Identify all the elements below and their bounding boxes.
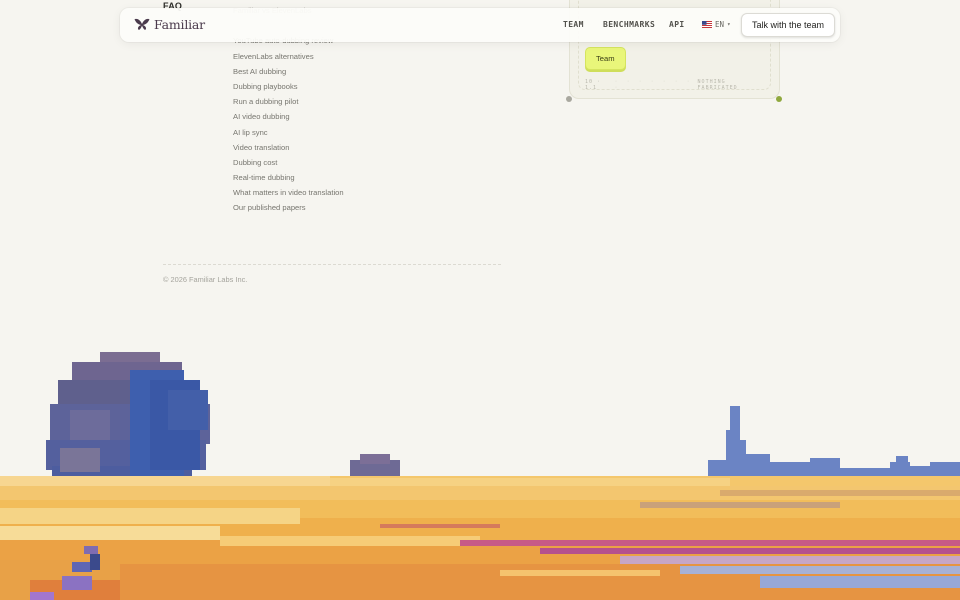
language-selector[interactable]: EN ▾ [702, 20, 731, 29]
landscape-illustration [0, 340, 960, 600]
copyright: © 2026 Familiar Labs Inc. [163, 275, 248, 284]
large-tree [46, 352, 210, 494]
footer-link[interactable]: Video translation [233, 140, 344, 155]
footer-link[interactable]: Run a dubbing pilot [233, 94, 344, 109]
footer-link[interactable]: Real-time dubbing [233, 170, 344, 185]
corner-dot-left [566, 96, 572, 102]
footer-link[interactable]: ElevenLabs alternatives [233, 49, 344, 64]
footer-link[interactable]: AI lip sync [233, 125, 344, 140]
brand-name: Familiar [154, 17, 205, 32]
corner-dot-right [776, 96, 782, 102]
site-header: Familiar TEAM BENCHMARKS API EN ▾ Talk w… [120, 8, 840, 42]
card-meta: 10 · 1.1 · · · · · · · · NOTHING FABRICA… [585, 79, 764, 91]
us-flag-icon [702, 21, 712, 28]
footer-link[interactable]: AI video dubbing [233, 109, 344, 124]
footer-link[interactable]: Best AI dubbing [233, 64, 344, 79]
talk-with-team-button[interactable]: Talk with the team [741, 13, 836, 37]
distant-skyline [708, 406, 960, 480]
card-meta-dots: · · · · · · · · [614, 79, 693, 91]
logo[interactable]: Familiar [134, 17, 205, 32]
card-meta-right: NOTHING FABRICATED [697, 79, 738, 91]
butterfly-icon [134, 18, 150, 31]
footer-divider [163, 264, 501, 265]
nav-api[interactable]: API [669, 20, 685, 29]
chevron-down-icon: ▾ [727, 21, 731, 28]
team-chip[interactable]: Team [585, 47, 626, 70]
footer-link[interactable]: Dubbing playbooks [233, 79, 344, 94]
language-code: EN [715, 20, 725, 29]
card-meta-left: 10 · 1.1 [585, 79, 602, 91]
footer-link[interactable]: What matters in video translation [233, 185, 344, 200]
footer-link[interactable]: Dubbing cost [233, 155, 344, 170]
nav-team[interactable]: TEAM [563, 20, 584, 29]
footer-link[interactable]: Our published papers [233, 200, 344, 215]
nav-benchmarks[interactable]: BENCHMARKS [603, 20, 655, 29]
